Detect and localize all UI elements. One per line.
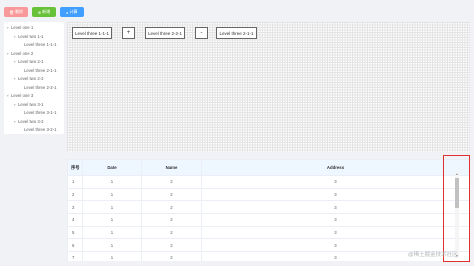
tree-node[interactable]: ▼ Level two 2-1	[13, 59, 44, 65]
table-cell: 3	[201, 200, 470, 215]
canvas-operator-plus[interactable]: +	[122, 27, 135, 39]
table-cell: 3	[67, 200, 83, 215]
table-cell: 1	[82, 187, 142, 202]
tree-node[interactable]: ▼ Level one 1	[6, 25, 33, 31]
tree-node[interactable]: Level three 2-1-1	[24, 68, 57, 74]
table-cell: 2	[141, 175, 202, 189]
tree-node[interactable]: ▼ Level two 3-1	[13, 102, 44, 108]
table-cell: 7	[67, 251, 83, 261]
trash-icon: 🗑︎	[8, 9, 15, 15]
canvas-node[interactable]: Level three 2-2-1	[145, 27, 185, 39]
tree-node[interactable]: ▼ Level two 1-1	[13, 34, 44, 40]
tree-node[interactable]: Level three 2-2-1	[24, 85, 57, 91]
tree-node-label: Level three 2-1-1	[24, 67, 57, 73]
table-cell: 1	[82, 213, 142, 227]
tree-node[interactable]: ▼ Level one 2	[6, 51, 33, 57]
tree-node[interactable]: ▼ Level two 2-2	[13, 76, 44, 82]
table-header-row: 序号 Date Name Address	[67, 159, 470, 176]
tree-node-label: Level two 1-1	[18, 33, 44, 39]
table-row[interactable]: 1123	[67, 175, 470, 189]
table-cell: 3	[201, 213, 470, 227]
table-cell: 3	[201, 187, 470, 202]
column-header[interactable]: Address	[201, 159, 470, 176]
table-row[interactable]: 2123	[67, 187, 470, 202]
tree-node[interactable]: ▼ Level one 3	[6, 93, 33, 99]
table-cell: 2	[141, 251, 202, 261]
add-button[interactable]: ⊕ 新增	[32, 7, 56, 17]
table-cell: 2	[141, 187, 202, 202]
tree-panel: ▼ Level one 1 ▼ Level two 1-1 Level three …	[4, 22, 64, 134]
scrollbar-highlight-box	[443, 155, 470, 262]
table-cell: 1	[82, 200, 142, 215]
tree-node-label: Level one 3	[11, 93, 34, 98]
table-cell: 2	[141, 213, 202, 227]
tree-node-label: Level two 3-1	[18, 101, 44, 107]
delete-button[interactable]: 🗑︎ 删除	[4, 7, 28, 17]
tree-node-label: Level one 2	[11, 50, 34, 56]
table-cell: 2	[141, 238, 202, 253]
tree-node-label: Level two 2-1	[18, 59, 44, 64]
table-cell: 1	[82, 225, 142, 240]
watermark: @稀土掘金技术社区	[408, 250, 458, 258]
data-table: 序号 Date Name Address 1123 2123 3123 4123…	[67, 159, 470, 261]
canvas-node[interactable]: Level three 1-1-1	[72, 27, 112, 39]
tree-node-label: Level three 1-1-1	[24, 42, 57, 47]
tree-node-label: Level three 3-2-1	[24, 127, 57, 132]
tree-node-label: Level two 2-2	[18, 76, 44, 81]
tree-node-label: Level two 3-2	[18, 118, 44, 124]
calculate-button-label: 计算	[69, 9, 78, 14]
canvas-operator-minus[interactable]: -	[195, 27, 208, 39]
table-cell: 2	[141, 200, 202, 215]
tree-node-label: Level one 1	[11, 25, 34, 30]
table-cell: 1	[82, 238, 142, 253]
table-cell: 1	[67, 175, 83, 189]
watermark-text: @稀土掘金技术社区	[408, 252, 458, 258]
table-cell: 5	[67, 225, 83, 240]
table-cell: 6	[67, 238, 83, 253]
tree-node[interactable]: Level three 3-2-1	[24, 127, 57, 133]
table-cell: 1	[82, 251, 142, 261]
table-cell: 2	[67, 187, 83, 202]
column-header[interactable]: Name	[141, 159, 202, 176]
table-cell: 1	[82, 175, 142, 189]
tree-node[interactable]: Level three 3-1-1	[24, 110, 57, 116]
play-icon: ▸	[66, 9, 69, 15]
tree-node-label: Level three 2-2-1	[24, 84, 57, 90]
table-cell: 4	[67, 213, 83, 227]
tree-node[interactable]: Level three 1-1-1	[24, 42, 57, 48]
column-header[interactable]: Date	[82, 159, 142, 176]
tree-node-label: Level three 3-1-1	[24, 110, 57, 115]
tree-node[interactable]: ▼ Level two 3-2	[13, 119, 44, 125]
formula-canvas[interactable]: Level three 1-1-1 + Level three 2-2-1 - …	[67, 22, 470, 152]
table-row[interactable]: 5123	[67, 225, 470, 240]
table-cell: 2	[141, 225, 202, 240]
calculate-button[interactable]: ▸ 计算	[60, 7, 84, 17]
toolbar: 🗑︎ 删除 ⊕ 新增 ▸ 计算	[4, 7, 84, 17]
table-row[interactable]: 4123	[67, 213, 470, 227]
plus-icon: ⊕	[37, 9, 42, 15]
canvas-node[interactable]: Level three 2-1-1	[216, 27, 257, 39]
table-row[interactable]: 3123	[67, 200, 470, 215]
column-header[interactable]: 序号	[67, 159, 83, 176]
table-cell: 3	[201, 225, 470, 240]
delete-button-label: 删除	[15, 9, 24, 14]
table-cell: 3	[201, 175, 470, 189]
add-button-label: 新增	[42, 9, 51, 14]
